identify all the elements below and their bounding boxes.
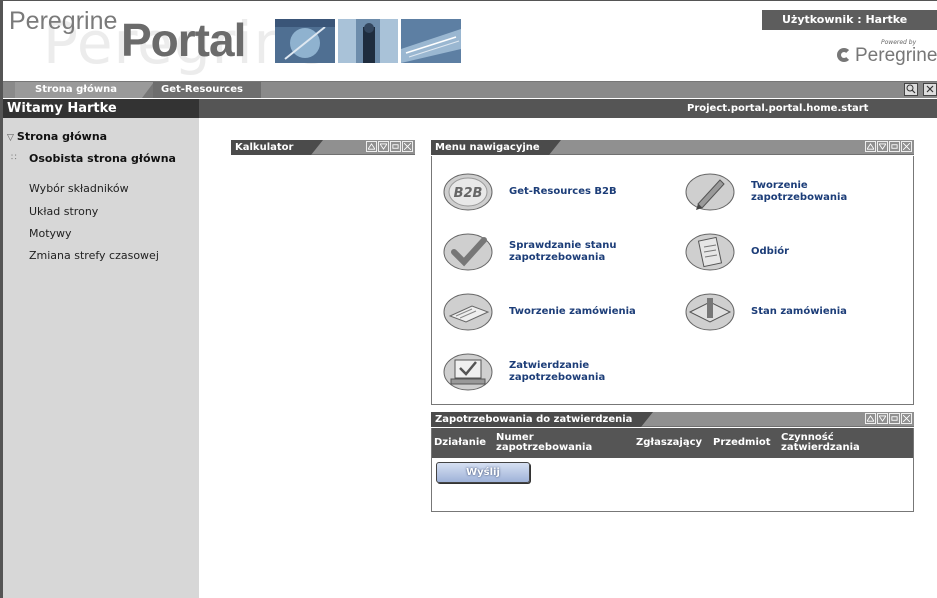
close-icon[interactable] <box>923 83 937 96</box>
welcome-greeting: Witamy Hartke <box>3 99 199 118</box>
nav-item-tworzenie-zamowienia[interactable]: Tworzenie zamówienia <box>442 292 672 332</box>
approvals-body: Działanie Numer zapotrzebowania Zgłaszaj… <box>431 428 914 512</box>
b2b-icon: B2B <box>442 172 494 212</box>
nav-label: Stan zamówienia <box>751 306 847 317</box>
column-header-czynnosc[interactable]: Czynność zatwierdzania <box>781 428 891 458</box>
sidebar-item-osobista-strona[interactable]: Osobista strona główna <box>29 152 194 165</box>
nav-item-get-resources-b2b[interactable]: B2B Get-Resources B2B <box>442 172 662 212</box>
banner-image-globe <box>275 19 335 63</box>
peregrine-swirl-icon <box>837 48 851 62</box>
move-up-icon[interactable] <box>865 413 876 424</box>
move-down-icon[interactable] <box>877 413 888 424</box>
close-icon[interactable] <box>402 141 413 152</box>
order-status-icon <box>684 292 736 332</box>
approvals-title: Zapotrzebowania do zatwierdzenia <box>431 412 653 427</box>
nav-menu-controls <box>864 141 912 155</box>
logo-portal-text: Portal <box>121 14 246 66</box>
nav-item-zatwierdzanie[interactable]: Zatwierdzanie zapotrzebowania <box>442 352 662 392</box>
minimize-icon[interactable] <box>889 413 900 424</box>
move-up-icon[interactable] <box>366 141 377 152</box>
approvals-portlet-header: Zapotrzebowania do zatwierdzenia <box>431 412 914 427</box>
tab-get-resources[interactable]: Get-Resources <box>153 82 261 98</box>
nav-item-tworzenie-zapotrzebowania[interactable]: Tworzenie zapotrzebowania <box>684 172 904 212</box>
nav-label: Tworzenie zamówienia <box>509 306 636 317</box>
column-header-przedmiot[interactable]: Przedmiot <box>713 428 777 458</box>
move-down-icon[interactable] <box>877 141 888 152</box>
nav-menu-body: B2B Get-Resources B2B Tworzenie zapotrze… <box>431 156 914 405</box>
sidebar-item-wybor-skladnikow[interactable]: Wybór składników <box>29 182 194 195</box>
nav-label: Get-Resources B2B <box>509 186 617 197</box>
approval-icon <box>442 352 494 392</box>
nav-label: Zatwierdzanie zapotrzebowania <box>509 360 606 383</box>
nav-item-stan-zamowienia[interactable]: Stan zamówienia <box>684 292 904 332</box>
sidebar-home[interactable]: ▽ Strona główna <box>7 130 107 143</box>
close-icon[interactable] <box>901 141 912 152</box>
welcome-bar: Witamy Hartke Project.portal.portal.home… <box>3 99 937 118</box>
sidebar-item-zmiana-strefy[interactable]: Zmiana strefy czasowej <box>29 249 194 262</box>
minimize-icon[interactable] <box>889 141 900 152</box>
column-header-dzialanie[interactable]: Działanie <box>434 428 492 458</box>
nav-menu-title: Menu nawigacyjne <box>431 140 561 155</box>
banner-image-businessman <box>338 19 398 63</box>
approvals-controls <box>864 413 912 427</box>
portal-header: Peregrine Peregrine Portal Użytkownik : … <box>3 1 937 77</box>
logo-small-text: Peregrine <box>9 7 118 35</box>
current-user-label: Użytkownik : Hartke <box>762 10 937 30</box>
active-bullet-icon: ∷ <box>11 153 17 163</box>
svg-text:B2B: B2B <box>454 186 483 201</box>
order-form-icon <box>442 292 494 332</box>
calculator-portlet-header: Kalkulator <box>231 140 415 155</box>
pen-icon <box>684 172 736 212</box>
close-icon[interactable] <box>901 413 912 424</box>
peregrine-brand-text: Peregrine <box>855 45 937 66</box>
nav-label: Sprawdzanie stanu zapotrzebowania <box>509 240 617 263</box>
calculator-controls <box>365 141 413 155</box>
clipboard-icon <box>684 232 736 272</box>
send-button[interactable]: Wyślij <box>436 462 530 483</box>
sidebar-item-uklad-strony[interactable]: Układ strony <box>29 205 194 218</box>
nav-label: Tworzenie zapotrzebowania <box>751 180 848 203</box>
main-tab-bar: Strona główna Get-Resources <box>3 81 937 98</box>
tab-strona-glowna[interactable]: Strona główna <box>15 82 154 98</box>
nav-item-odbior[interactable]: Odbiór <box>684 232 904 272</box>
sidebar: ▽ Strona główna ∷ Osobista strona główna … <box>3 118 199 598</box>
calculator-title: Kalkulator <box>231 140 323 155</box>
column-header-zglaszajacy[interactable]: Zgłaszający <box>636 428 718 458</box>
search-icon[interactable] <box>903 83 918 96</box>
sidebar-home-label: Strona główna <box>16 130 108 143</box>
move-down-icon[interactable] <box>378 141 389 152</box>
tab-bar-tools <box>902 83 937 97</box>
nav-label: Odbiór <box>751 246 790 257</box>
column-header-numer[interactable]: Numer zapotrzebowania <box>496 428 606 458</box>
page-path: Project.portal.portal.home.start <box>687 103 869 114</box>
banner-image-keyboard <box>401 19 461 63</box>
approvals-table-header: Działanie Numer zapotrzebowania Zgłaszaj… <box>432 428 913 458</box>
expand-triangle-icon: ▽ <box>7 133 14 143</box>
checkmark-icon <box>442 232 494 272</box>
sidebar-item-motywy[interactable]: Motywy <box>29 227 194 240</box>
powered-by-logo: Powered by Peregrine <box>837 39 937 67</box>
nav-menu-portlet-header: Menu nawigacyjne <box>431 140 914 155</box>
minimize-icon[interactable] <box>390 141 401 152</box>
nav-item-sprawdzanie-stanu[interactable]: Sprawdzanie stanu zapotrzebowania <box>442 232 662 272</box>
move-up-icon[interactable] <box>865 141 876 152</box>
